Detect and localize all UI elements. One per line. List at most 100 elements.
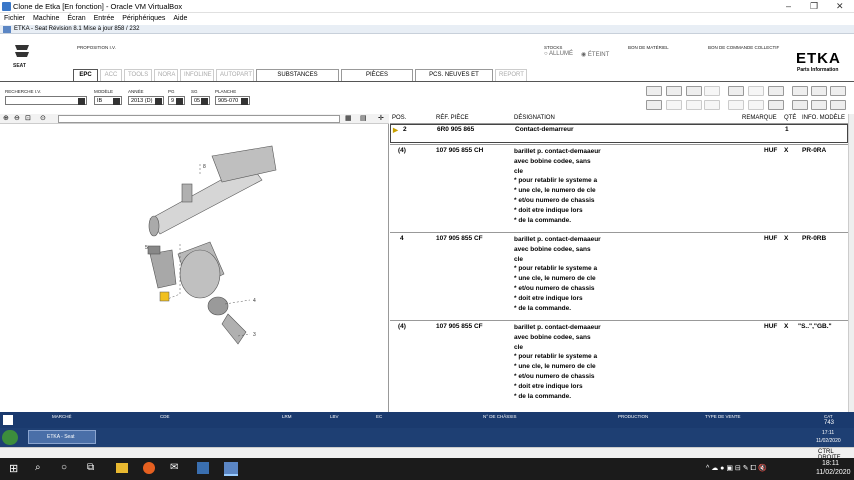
table-scrollbar[interactable] xyxy=(848,114,854,412)
etka-logo: ETKA xyxy=(796,50,841,67)
prev-icon[interactable] xyxy=(830,100,846,110)
row-ref: 6R0 905 865 xyxy=(437,126,475,133)
zoom-reset-icon[interactable]: ⊙ xyxy=(40,114,46,122)
etka-title: ETKA - Seat Révision 8.1 Mise à jour 858… xyxy=(14,26,140,32)
minus-icon[interactable] xyxy=(704,100,720,110)
tab-pcs-neuves[interactable]: PCS. NEUVES ET SUPPR. xyxy=(415,69,493,89)
pg-select[interactable]: 9 xyxy=(168,96,185,105)
etka-taskbar-icon[interactable] xyxy=(224,462,238,476)
steering-lock-illustration: 8 5 4 3 xyxy=(145,145,277,345)
grid-icon[interactable]: ▦ xyxy=(345,114,352,122)
file-explorer-icon[interactable] xyxy=(116,463,128,473)
monitor-icon[interactable] xyxy=(646,100,662,110)
row-info: "S..","GB." xyxy=(798,323,832,330)
chevron-down-icon[interactable] xyxy=(113,98,120,105)
guest-taskbar: ETKA - Seat 17:11 11/02/2020 xyxy=(0,428,854,447)
sg-select[interactable]: 05 xyxy=(191,96,210,105)
tab-substances-chimiques[interactable]: SUBSTANCES CHIMIQUES xyxy=(256,69,339,89)
swap-icon[interactable] xyxy=(686,100,702,110)
tab-infoline[interactable]: INFOLINE xyxy=(180,69,214,81)
annee-value: 2013 (D) xyxy=(131,98,153,104)
etka-logo-sub: Parts Information xyxy=(797,67,839,73)
menu-ecran[interactable]: Écran xyxy=(67,13,85,25)
mail-icon[interactable]: ✉ xyxy=(170,462,178,473)
copy-icon[interactable] xyxy=(748,86,764,96)
tab-nora[interactable]: NORA xyxy=(154,69,178,81)
table-row[interactable]: 4 107 905 855 CF barillet p. contact-dem… xyxy=(390,232,848,320)
recherche-input[interactable] xyxy=(5,96,87,105)
etka-status-icon xyxy=(3,415,13,425)
vbox-menubar: Fichier Machine Écran Entrée Périphériqu… xyxy=(0,13,854,25)
cortana-icon[interactable]: ○ xyxy=(61,462,67,473)
image-search-input[interactable] xyxy=(58,115,340,123)
link-icon[interactable] xyxy=(704,86,720,96)
paste-icon[interactable] xyxy=(768,86,784,96)
tool-icon[interactable] xyxy=(686,86,702,96)
maximize-icon[interactable]: ❐ xyxy=(810,1,818,12)
stock-radio-on[interactable]: ○ ALLUMÉ xyxy=(544,51,573,57)
zoom-fit-icon[interactable]: ⊡ xyxy=(25,114,31,122)
row-pos: (4) xyxy=(398,323,406,330)
task-view-icon[interactable]: ⧉ xyxy=(87,462,94,473)
tab-pieces-normalisees[interactable]: PIÈCES NORMALISÉES xyxy=(341,69,413,89)
image-toolbar: ⊕ ⊖ ⊡ ⊙ ▦ ▤ ✛ xyxy=(0,114,389,124)
chevron-down-icon[interactable] xyxy=(78,98,85,105)
list-icon[interactable] xyxy=(728,86,744,96)
annee-select[interactable]: 2013 (D) xyxy=(128,96,164,105)
zoom-out-icon[interactable]: ⊖ xyxy=(14,114,20,122)
tab-tools[interactable]: TOOLS xyxy=(124,69,152,81)
virtualbox-taskbar-icon[interactable] xyxy=(197,462,209,474)
chevron-down-icon[interactable] xyxy=(176,98,183,105)
menu-fichier[interactable]: Fichier xyxy=(4,13,25,25)
first-page-icon[interactable] xyxy=(792,100,808,110)
callout-marker[interactable] xyxy=(159,291,170,302)
windows-start-icon[interactable]: ⊞ xyxy=(9,462,18,475)
close-icon[interactable]: ✕ xyxy=(836,1,844,12)
stock-radio-off[interactable]: ◉ ÉTEINT xyxy=(581,51,609,58)
row-designation: barillet p. contact-demaaeur avec bobine … xyxy=(514,236,601,312)
firefox-icon[interactable] xyxy=(143,462,155,474)
row-pos: 2 xyxy=(403,126,407,133)
guest-start-icon[interactable] xyxy=(2,430,18,445)
row-qte: X xyxy=(784,235,789,242)
tab-epc[interactable]: EPC xyxy=(73,69,98,81)
menu-aide[interactable]: Aide xyxy=(173,13,187,25)
zoom-in-icon[interactable]: ⊕ xyxy=(3,114,9,122)
print-icon[interactable] xyxy=(646,86,662,96)
status-cat: CAT xyxy=(824,414,833,419)
table-row[interactable]: (4) 107 905 855 CF barillet p. contact-d… xyxy=(390,320,848,412)
menu-peripheriques[interactable]: Périphériques xyxy=(122,13,165,25)
book-prev-icon[interactable] xyxy=(811,86,827,96)
pin-icon[interactable] xyxy=(792,86,808,96)
tab-acc[interactable]: ACC xyxy=(100,69,122,81)
status-cde: CDE xyxy=(160,414,170,419)
expand-icon[interactable]: ✛ xyxy=(378,114,384,122)
menu-machine[interactable]: Machine xyxy=(33,13,59,25)
tray-icons[interactable]: ^ ☁ ● ▣ ⊟ ✎ ⧠ 🔇 xyxy=(706,464,767,473)
doc2-icon[interactable] xyxy=(748,100,764,110)
layout-icon[interactable]: ▤ xyxy=(360,114,367,122)
chevron-down-icon[interactable] xyxy=(241,98,248,105)
last-page-icon[interactable] xyxy=(811,100,827,110)
tab-report[interactable]: REPORT xyxy=(495,69,527,81)
table-row[interactable]: (4) 107 905 855 CH barillet p. contact-d… xyxy=(390,144,848,232)
planche-select[interactable]: 905-070 xyxy=(215,96,250,105)
guest-task-etka[interactable]: ETKA - Seat xyxy=(28,430,96,444)
status-type-vente: TYPE DE VENTE xyxy=(705,414,741,419)
minimize-icon[interactable]: – xyxy=(786,1,791,11)
chevron-down-icon[interactable] xyxy=(201,98,208,105)
modele-select[interactable]: IB xyxy=(94,96,122,105)
pg-label: PG xyxy=(168,89,175,94)
car-icon[interactable] xyxy=(666,86,682,96)
table-row[interactable]: ▶ 2 6R0 905 865 Contact-demarreur 1 xyxy=(390,124,848,143)
menu-entree[interactable]: Entrée xyxy=(94,13,115,25)
chevron-down-icon[interactable] xyxy=(155,98,162,105)
search-icon[interactable]: ⌕ xyxy=(35,462,41,473)
tab-autopart[interactable]: AUTOPART xyxy=(216,69,254,81)
doc-icon[interactable] xyxy=(728,100,744,110)
arrow-icon[interactable] xyxy=(666,100,682,110)
planche-label: PLANCHE xyxy=(215,89,237,94)
cart-icon[interactable] xyxy=(768,100,784,110)
book-next-icon[interactable] xyxy=(830,86,846,96)
row-info: PR-0RB xyxy=(802,235,827,242)
